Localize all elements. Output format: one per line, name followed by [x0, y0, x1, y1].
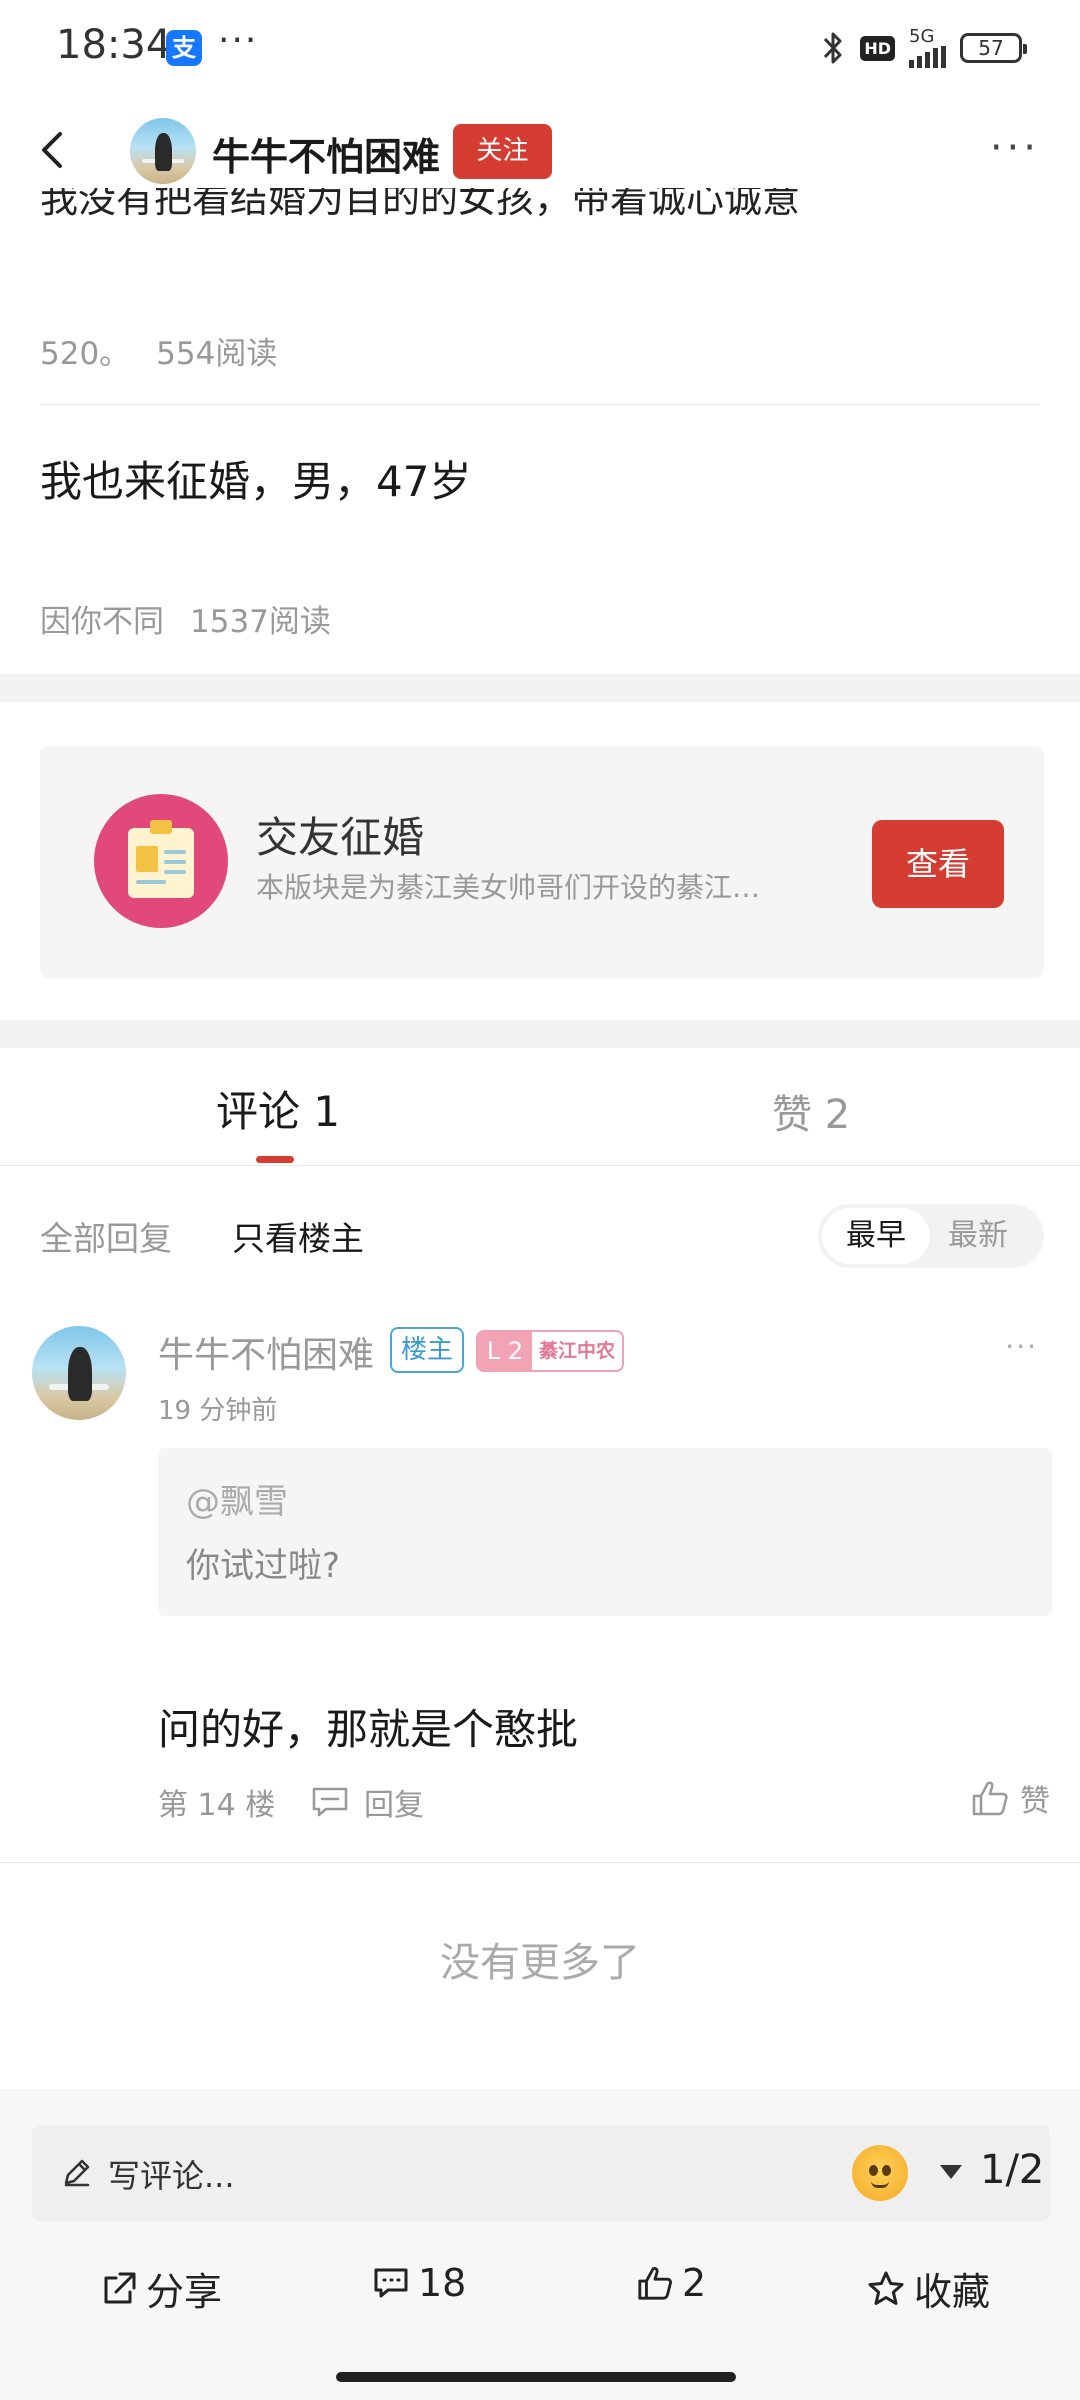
filter-bar: 全部回复 只看楼主 最早 最新	[0, 1166, 1080, 1302]
divider	[40, 404, 1040, 405]
view-forum-button[interactable]: 查看	[872, 820, 1004, 908]
comment-floor: 第 14 楼	[158, 1788, 276, 1823]
quoted-reply[interactable]: @飘雪 你试过啦?	[158, 1448, 1052, 1616]
battery-icon: 57	[960, 33, 1027, 63]
forum-description: 本版块是为綦江美女帅哥们开设的綦江…	[256, 871, 761, 904]
likes-count: 2	[682, 2261, 707, 2305]
comments-count: 18	[418, 2261, 467, 2305]
forum-name: 交友征婚	[256, 813, 425, 862]
like-label: 赞	[1020, 1784, 1050, 1819]
action-row: 分享 18 2 收藏	[0, 2251, 1080, 2341]
follow-button[interactable]: 关注	[453, 124, 552, 179]
no-more-text: 没有更多了	[440, 1940, 640, 1986]
comment-tabs: 评论 1 赞 2	[0, 1048, 1080, 1166]
more-notifications-icon: ···	[218, 20, 259, 61]
thumbs-up-icon	[972, 1781, 1008, 1816]
like-button[interactable]: 赞	[970, 1776, 1050, 1820]
tab-comments[interactable]: 评论 1	[216, 1078, 340, 1139]
related-post-meta: 因你不同 1537阅读	[40, 596, 331, 641]
comment-placeholder: 写评论...	[108, 2157, 235, 2195]
quoted-user: @飘雪	[186, 1482, 288, 1522]
tab-likes[interactable]: 赞 2	[772, 1082, 850, 1140]
page-selector-icon[interactable]	[940, 2165, 962, 2179]
back-arrow-icon[interactable]	[30, 122, 78, 178]
author-name[interactable]: 牛牛不怕困难	[212, 126, 440, 181]
status-time: 18:34	[56, 22, 172, 68]
related-post-author: 因你不同	[40, 604, 164, 640]
comment-input[interactable]: 写评论... 1/2	[32, 2125, 1050, 2221]
sort-toggle: 最早 最新	[818, 1204, 1044, 1268]
star-icon	[868, 2271, 904, 2305]
home-indicator[interactable]	[336, 2372, 736, 2382]
related-post-reads: 1537阅读	[190, 604, 331, 640]
emoji-icon[interactable]	[852, 2145, 908, 2201]
related-post-reads: 554阅读	[156, 336, 278, 372]
owner-badge: 楼主	[390, 1327, 464, 1373]
commenter-name[interactable]: 牛牛不怕困难	[158, 1326, 374, 1378]
status-bar: 18:34 支 ··· HD 5G 57	[0, 0, 1080, 96]
level-badge: L 2 綦江中农	[476, 1330, 624, 1372]
section-divider	[0, 674, 1080, 702]
forum-card[interactable]: 交友征婚 本版块是为綦江美女帅哥们开设的綦江… 查看	[40, 746, 1044, 978]
related-post-meta: 520。 554阅读	[40, 328, 277, 373]
share-button[interactable]: 分享	[100, 2261, 222, 2316]
comment-time: 19 分钟前	[158, 1396, 278, 1426]
author-avatar[interactable]	[130, 118, 196, 184]
pen-icon	[64, 2159, 90, 2187]
quoted-text: 你试过啦?	[186, 1546, 341, 1586]
alipay-notification-icon: 支	[166, 30, 202, 66]
related-post-title[interactable]: 我也来征婚，男，47岁	[40, 448, 471, 509]
section-divider	[0, 1020, 1080, 1048]
bottom-bar: 写评论... 1/2 分享 18 2 收藏	[0, 2090, 1080, 2400]
share-icon	[104, 2272, 136, 2303]
comment-body: 问的好，那就是个憨批	[158, 1705, 579, 1754]
filter-all-replies[interactable]: 全部回复	[40, 1212, 172, 1260]
reply-icon	[312, 1787, 348, 1817]
divider	[0, 1862, 1080, 1863]
id-card-icon	[94, 794, 228, 928]
sort-earliest[interactable]: 最早	[822, 1208, 930, 1264]
network-type: 5G	[909, 26, 935, 47]
page-indicator[interactable]: 1/2	[980, 2147, 1044, 2193]
status-indicators: HD 5G 57	[820, 28, 1027, 68]
commenter-avatar[interactable]	[32, 1326, 126, 1420]
reply-label: 回复	[364, 1788, 424, 1823]
level-label: L 2	[478, 1332, 532, 1370]
group-badge: 綦江中农	[538, 1340, 615, 1362]
comments-button[interactable]: 18	[372, 2261, 466, 2305]
reply-button[interactable]: 回复	[310, 1780, 424, 1824]
sort-newest[interactable]: 最新	[948, 1208, 1008, 1264]
signal-icon: 5G	[909, 28, 946, 68]
bluetooth-icon	[824, 32, 842, 64]
related-post-text: 我没有把看结婚为目的的女孩，带着诚心诚意	[40, 188, 801, 221]
comment-more-icon[interactable]: ···	[1005, 1333, 1038, 1361]
favorite-button[interactable]: 收藏	[866, 2261, 990, 2316]
more-options-icon[interactable]: ···	[990, 128, 1040, 168]
favorite-label: 收藏	[914, 2270, 991, 2314]
share-label: 分享	[146, 2270, 223, 2314]
comment-icon	[374, 2268, 408, 2298]
hd-icon: HD	[860, 35, 895, 61]
thumbs-up-icon	[638, 2267, 672, 2300]
filter-owner-only[interactable]: 只看楼主	[232, 1212, 364, 1260]
related-post-partial[interactable]: 我没有把看结婚为目的的女孩，带着诚心诚意	[40, 188, 1040, 226]
related-post-author: 520。	[40, 336, 131, 372]
active-tab-indicator	[256, 1156, 294, 1163]
like-post-button[interactable]: 2	[636, 2261, 706, 2305]
